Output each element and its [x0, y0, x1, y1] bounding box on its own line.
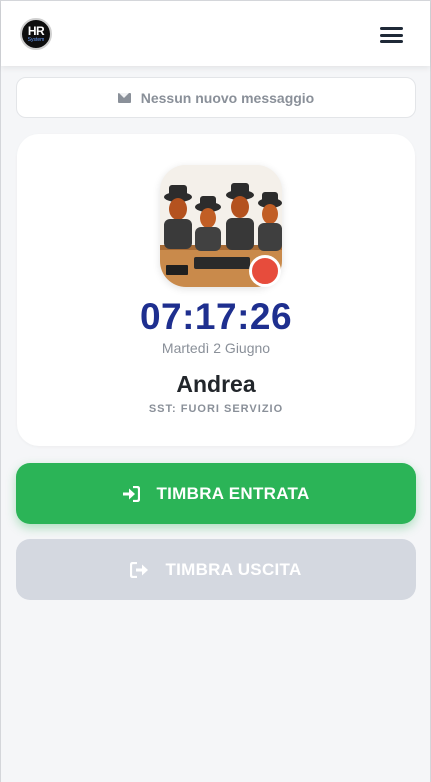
- sign-in-icon: [123, 485, 141, 502]
- messages-text: Nessun nuovo messaggio: [140, 89, 315, 106]
- status-label: SST: FUORI SERVIZIO: [148, 403, 284, 415]
- logo-text: HR: [27, 24, 45, 38]
- hr-system-logo[interactable]: HR System: [20, 18, 52, 50]
- top-bar: HR System: [1, 0, 430, 66]
- user-name: Andrea: [176, 371, 256, 397]
- logo-subtext: System: [27, 37, 45, 43]
- sign-out-icon: [130, 561, 149, 578]
- menu-line: [380, 33, 403, 37]
- clock-in-label: TIMBRA ENTRATA: [156, 483, 310, 503]
- messages-notice[interactable]: Nessun nuovo messaggio: [16, 77, 416, 118]
- envelope-icon: [117, 92, 131, 103]
- current-date: Martedì 2 Giugno: [161, 340, 271, 356]
- menu-line: [380, 40, 403, 43]
- clock-out-button[interactable]: TIMBRA USCITA: [16, 539, 416, 600]
- app-screen: HR System Nessun nuovo messaggio 07:17:2…: [0, 0, 431, 782]
- clock-out-label: TIMBRA USCITA: [165, 559, 302, 579]
- avatar-container: [160, 165, 282, 287]
- profile-card: 07:17:26 Martedì 2 Giugno Andrea SST: FU…: [17, 134, 415, 446]
- hamburger-menu-icon[interactable]: [380, 25, 403, 45]
- status-indicator: [249, 255, 281, 287]
- menu-line: [380, 27, 403, 30]
- clock-in-button[interactable]: TIMBRA ENTRATA: [16, 463, 416, 524]
- current-time: 07:17:26: [139, 296, 293, 337]
